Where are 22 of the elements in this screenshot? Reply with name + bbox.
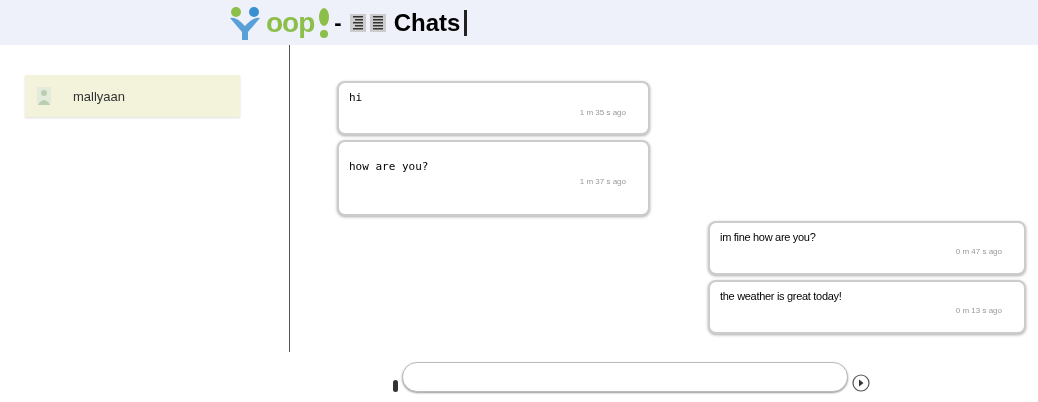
message-time: 0 m 47 s ago — [955, 247, 1002, 256]
message-text: im fine how are you? — [720, 231, 817, 243]
align-icon[interactable] — [349, 13, 366, 32]
message-input[interactable] — [402, 362, 848, 392]
send-button[interactable] — [852, 374, 870, 392]
logo-exclamation-icon — [318, 6, 331, 39]
message-text: how are you? — [349, 160, 430, 173]
list-icon[interactable] — [369, 13, 386, 32]
logo-text: oop — [266, 8, 315, 37]
avatar-icon — [37, 87, 51, 105]
text-cursor — [464, 9, 468, 36]
message-time: 1 m 35 s ago — [579, 108, 626, 117]
contact-name: mallyaan — [73, 88, 126, 104]
message-time: 1 m 37 s ago — [579, 177, 626, 186]
message-text: hi — [349, 91, 364, 104]
contact-item[interactable]: mallyaan — [25, 75, 240, 117]
logo-figure-icon — [228, 5, 262, 40]
message-time: 0 m 13 s ago — [955, 306, 1002, 315]
message-text: the weather is great today! — [720, 290, 843, 302]
microphone-icon[interactable] — [393, 380, 398, 392]
page-title: Chats — [393, 8, 461, 37]
separator-text: - — [334, 9, 342, 36]
